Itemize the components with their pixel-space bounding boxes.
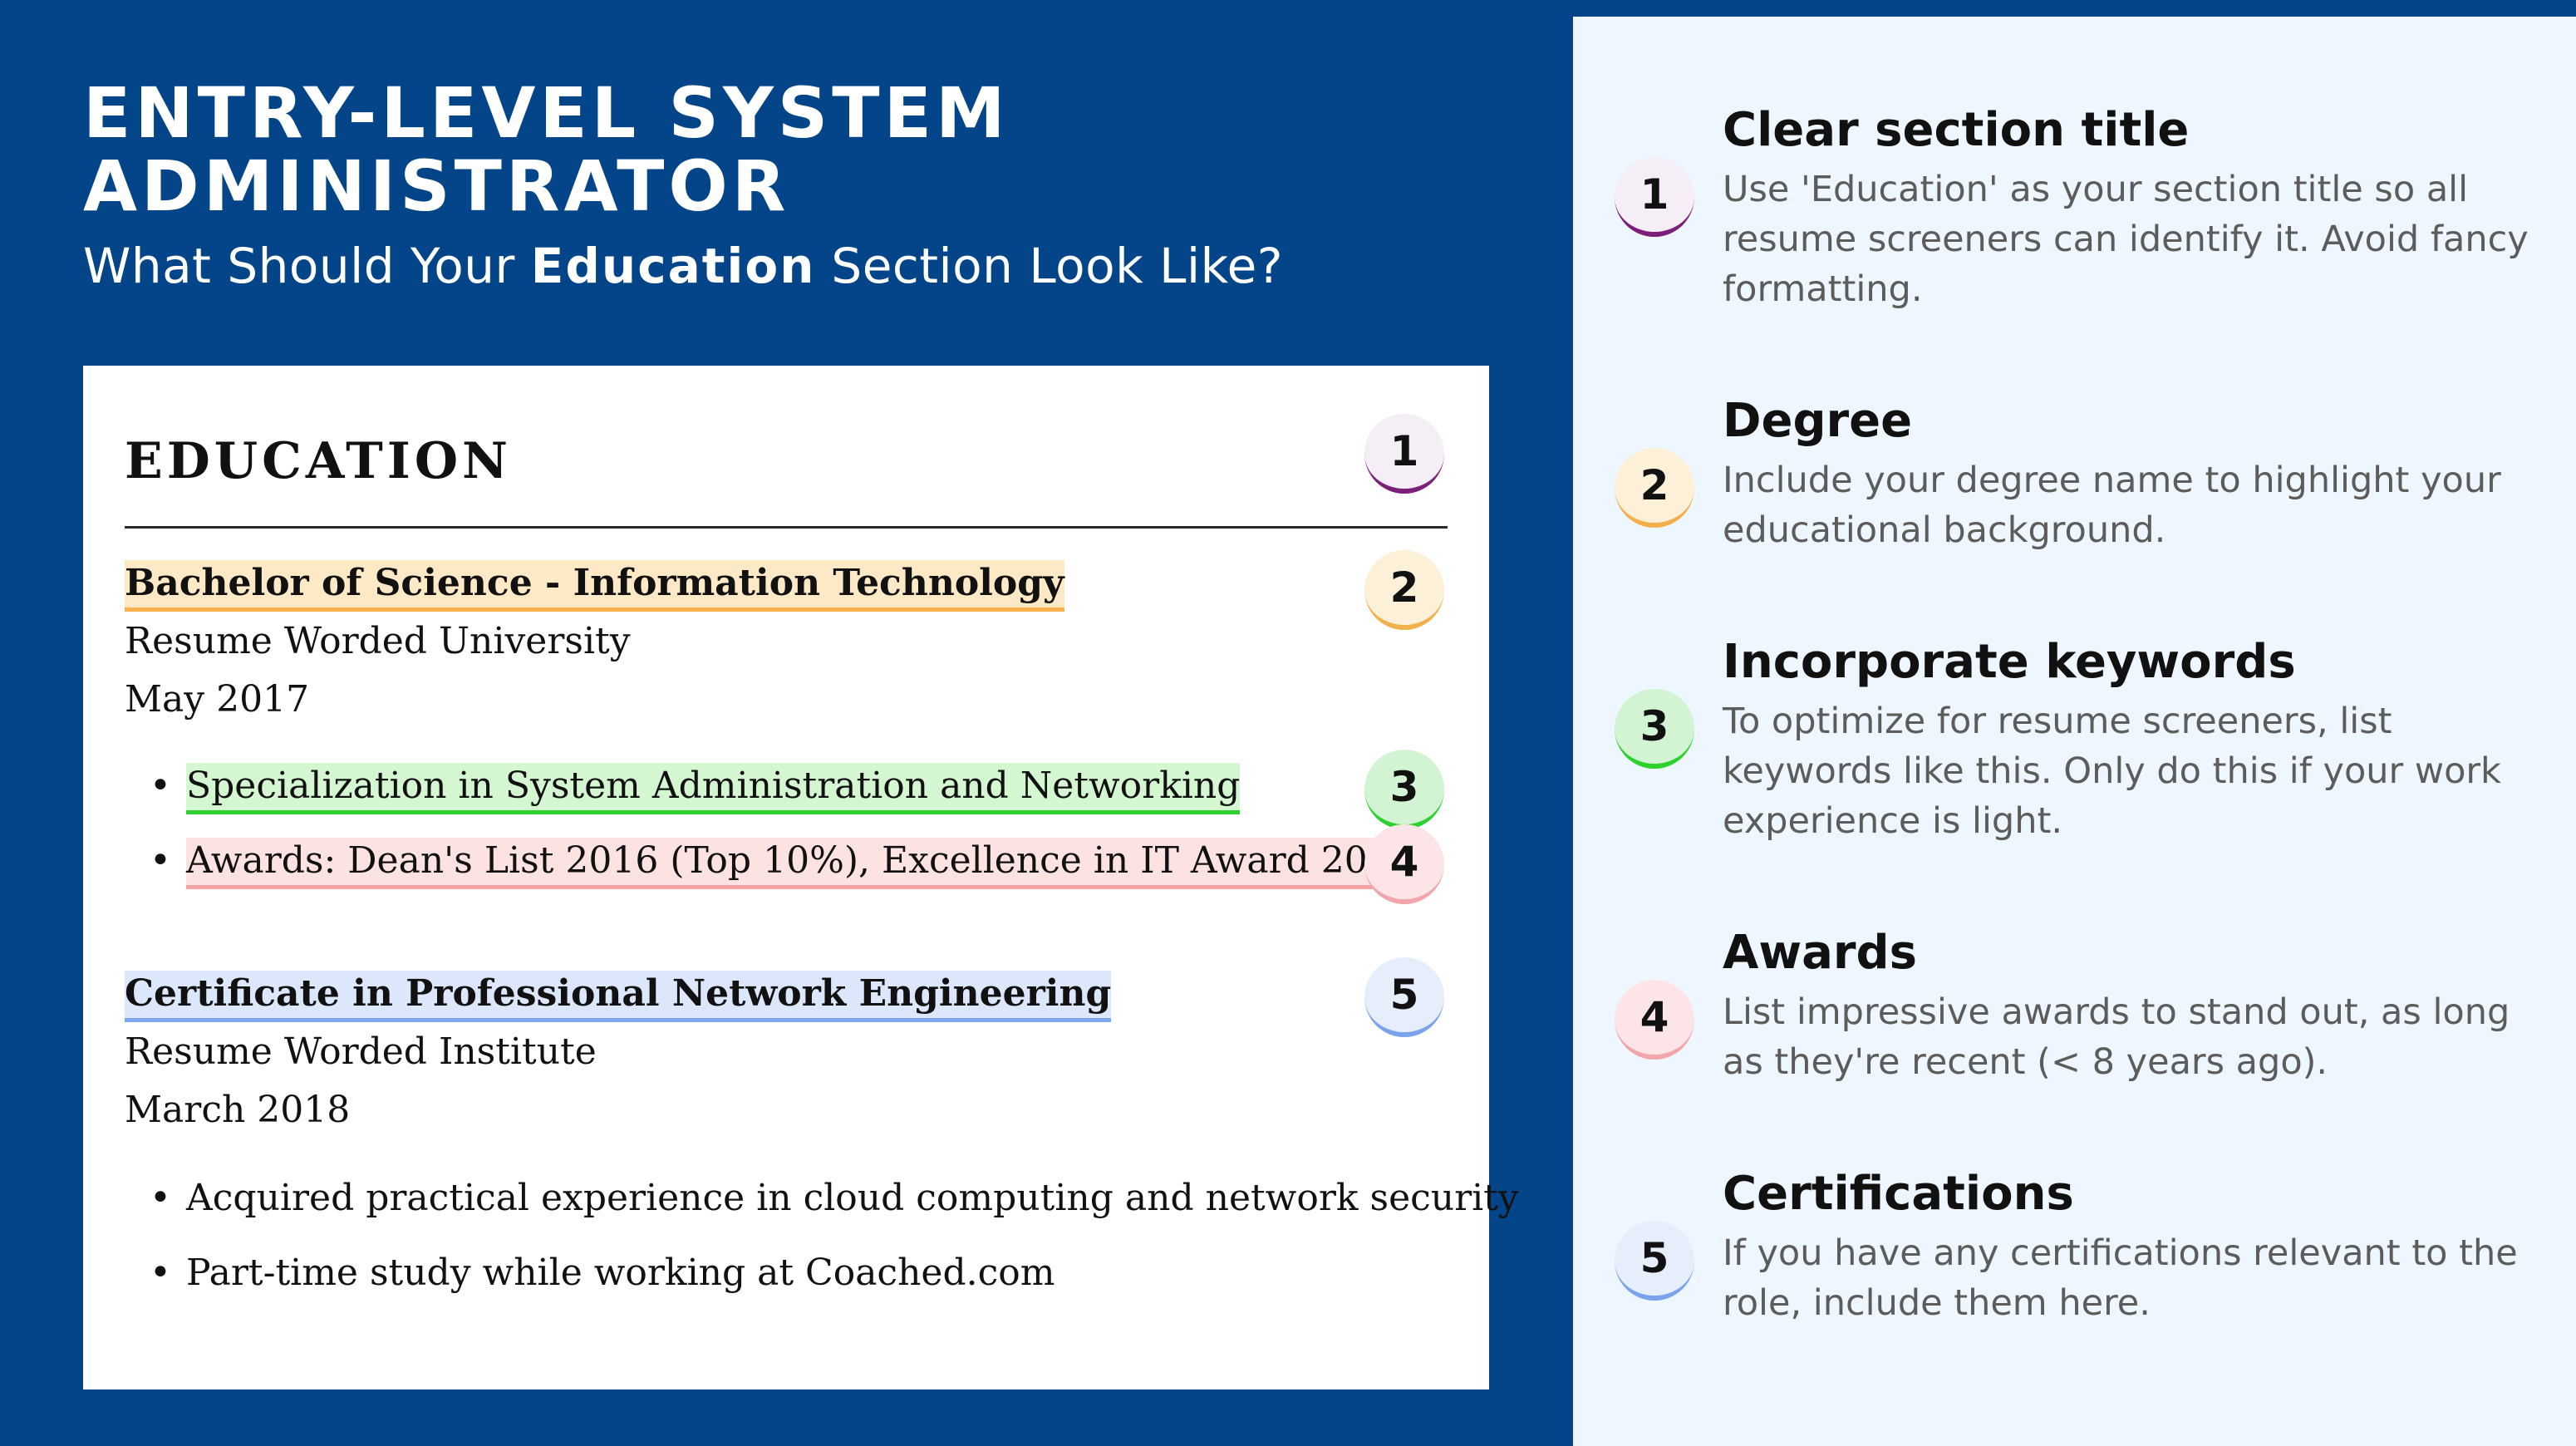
tip-text: Include your degree name to highlight yo… xyxy=(1723,460,2501,551)
page-header: ENTRY-LEVEL SYSTEM ADMINISTRATOR What Sh… xyxy=(83,76,1496,294)
resume-card: EDUCATION 1 Bachelor of Science - Inform… xyxy=(83,366,1519,1389)
page-title: ENTRY-LEVEL SYSTEM ADMINISTRATOR xyxy=(83,76,1496,223)
bullet-icon: • xyxy=(150,1177,171,1219)
subtitle-bold: Education xyxy=(530,238,816,294)
tip-title: Certifications xyxy=(1723,1167,2074,1221)
page-title-line-1: ENTRY-LEVEL SYSTEM xyxy=(83,72,1010,154)
tip-3-badge: 3 xyxy=(1615,689,1694,769)
list-item: • Part-time study while working at Coache… xyxy=(150,1252,1054,1294)
tip-title: Degree xyxy=(1723,394,1913,448)
keywords-text: Specialization in System Administration … xyxy=(186,763,1241,814)
awards-text: Awards: Dean's List 2016 (Top 10%), Exce… xyxy=(186,838,1414,889)
tip-text: List impressive awards to stand out, as … xyxy=(1723,991,2510,1083)
tips-panel: 1 Clear section title Use 'Education' as… xyxy=(1573,17,2576,1446)
list-item: • Specialization in System Administration… xyxy=(150,763,1241,814)
subtitle-post: Section Look Like? xyxy=(815,238,1284,294)
tip-5-badge: 5 xyxy=(1615,1221,1694,1301)
marker-2-badge: 2 xyxy=(1364,550,1444,630)
degree-text: Bachelor of Science - Information Techno… xyxy=(125,560,1064,612)
marker-1-badge: 1 xyxy=(1364,414,1444,494)
tip-text: If you have any certifications relevant … xyxy=(1723,1232,2518,1324)
tip-text: Use 'Education' as your section title so… xyxy=(1723,169,2529,310)
tip-title: Incorporate keywords xyxy=(1723,635,2296,689)
list-item: • Awards: Dean's List 2016 (Top 10%), Exc… xyxy=(150,838,1414,889)
tip-2-badge: 2 xyxy=(1615,448,1694,528)
page-title-line-2: ADMINISTRATOR xyxy=(83,145,790,227)
degree-line: Bachelor of Science - Information Techno… xyxy=(125,560,1064,612)
bullet-icon: • xyxy=(150,839,171,882)
marker-4-badge: 4 xyxy=(1364,824,1444,904)
bullet-icon: • xyxy=(150,765,171,807)
bullet-icon: • xyxy=(150,1252,171,1294)
marker-5-badge: 5 xyxy=(1364,957,1444,1037)
certificate-line: Certificate in Professional Network Engi… xyxy=(125,971,1112,1022)
tip-text: To optimize for resume screeners, list k… xyxy=(1723,701,2501,842)
certificate-text: Certificate in Professional Network Engi… xyxy=(125,971,1112,1022)
certificate-date: March 2018 xyxy=(125,1089,351,1131)
education-heading: EDUCATION xyxy=(125,432,512,490)
tip-4-badge: 4 xyxy=(1615,980,1694,1060)
heading-divider xyxy=(125,526,1448,529)
list-item: • Acquired practical experience in cloud … xyxy=(150,1177,1519,1219)
tip-1-badge: 1 xyxy=(1615,157,1694,237)
tip-title: Clear section title xyxy=(1723,103,2190,157)
tip-title: Awards xyxy=(1723,926,1917,980)
marker-3-badge: 3 xyxy=(1364,750,1444,829)
school-name: Resume Worded University xyxy=(125,620,631,662)
bullet-text: Acquired practical experience in cloud c… xyxy=(186,1177,1519,1219)
bullet-text: Part-time study while working at Coached… xyxy=(186,1252,1055,1294)
graduation-date: May 2017 xyxy=(125,678,310,721)
page-subtitle: What Should Your Education Section Look … xyxy=(83,238,1496,294)
subtitle-pre: What Should Your xyxy=(83,238,531,294)
institute-name: Resume Worded Institute xyxy=(125,1030,597,1073)
